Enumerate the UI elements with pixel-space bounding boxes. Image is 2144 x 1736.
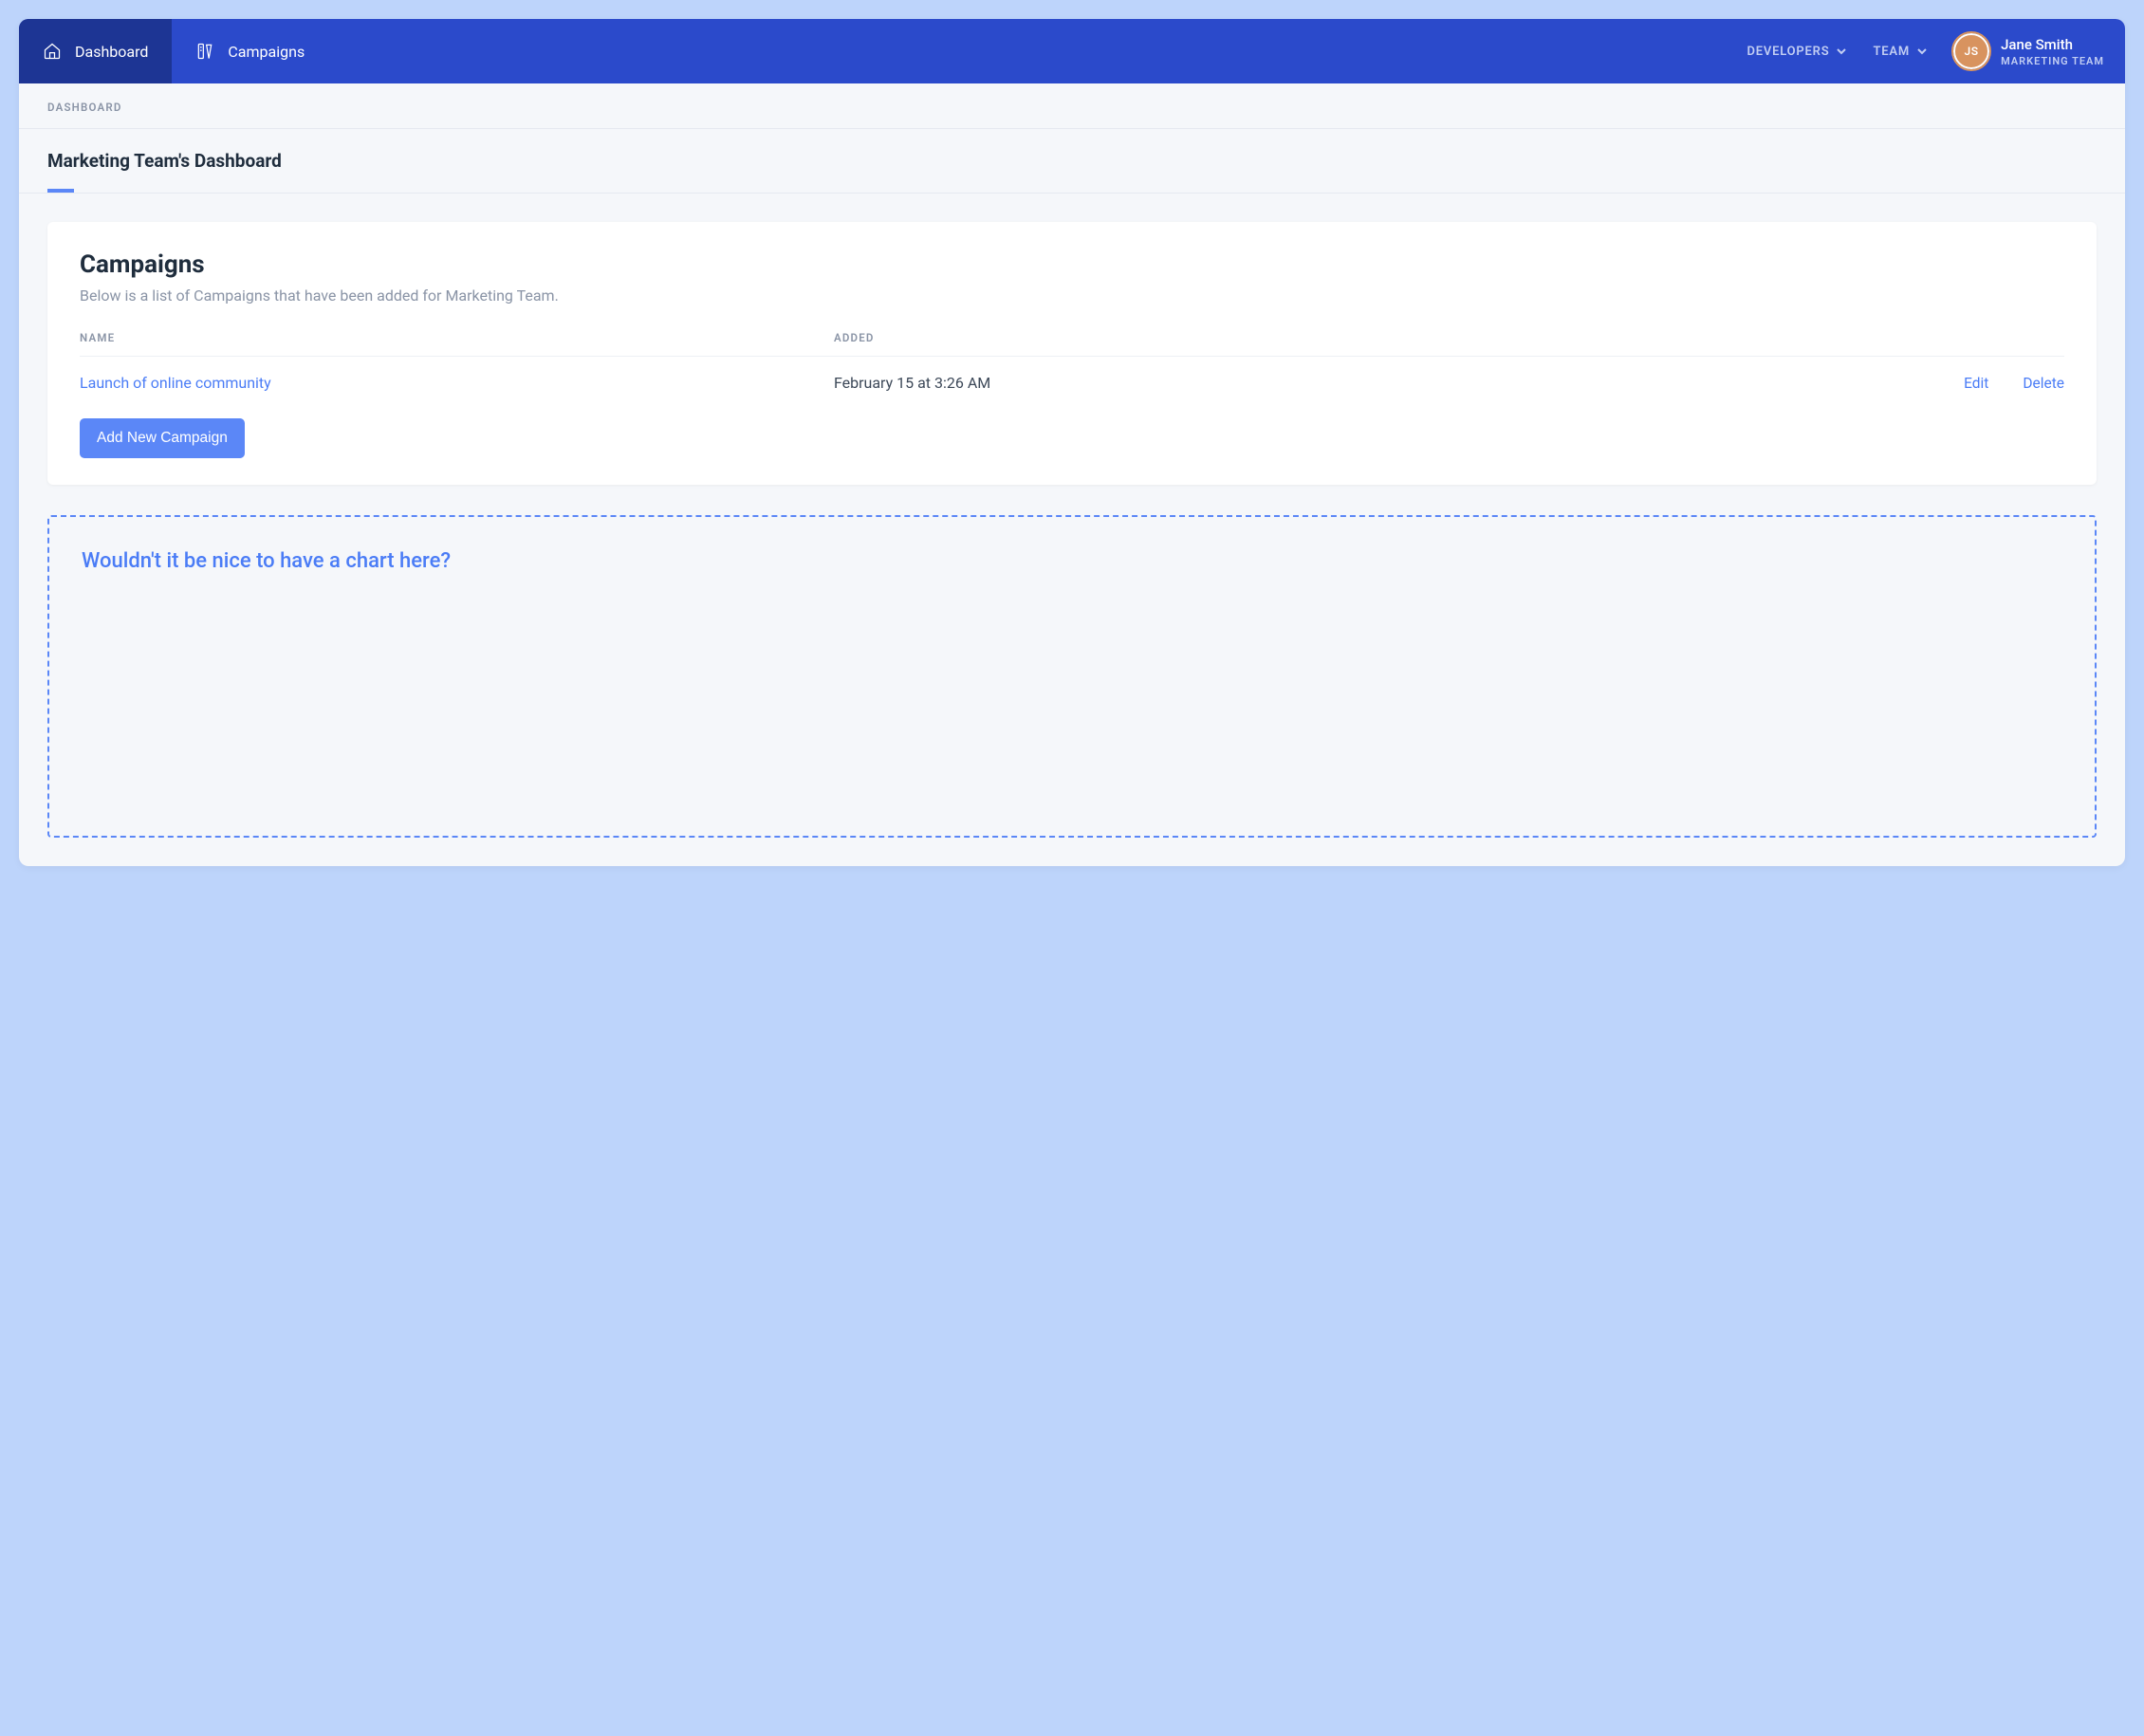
app-shell: Dashboard Campaigns DEVELOPERS TEAM	[19, 19, 2125, 866]
home-icon	[43, 42, 62, 61]
campaigns-table: NAME ADDED Launch of online community Fe…	[80, 331, 2064, 409]
design-icon	[195, 42, 214, 61]
chart-placeholder: Wouldn't it be nice to have a chart here…	[47, 515, 2097, 838]
nav-right: DEVELOPERS TEAM JS Jane Smith MARKETING …	[1747, 19, 2125, 83]
campaign-name-link[interactable]: Launch of online community	[80, 374, 834, 392]
column-header-name: NAME	[80, 331, 834, 344]
user-name: Jane Smith	[2001, 36, 2104, 53]
avatar: JS	[1953, 33, 1989, 69]
nav-dropdown-team[interactable]: TEAM	[1873, 45, 1927, 59]
title-underline	[47, 189, 74, 193]
breadcrumb-bar: DASHBOARD	[19, 83, 2125, 129]
nav-dropdown-developers[interactable]: DEVELOPERS	[1747, 45, 1846, 59]
user-menu[interactable]: JS Jane Smith MARKETING TEAM	[1953, 33, 2104, 69]
page-header: Marketing Team's Dashboard	[19, 129, 2125, 194]
chevron-down-icon	[1837, 46, 1846, 56]
nav-item-campaigns[interactable]: Campaigns	[172, 19, 328, 83]
nav-dropdown-label: TEAM	[1873, 45, 1910, 59]
top-nav: Dashboard Campaigns DEVELOPERS TEAM	[19, 19, 2125, 83]
campaign-added-date: February 15 at 3:26 AM	[834, 374, 1628, 392]
nav-item-label: Campaigns	[228, 43, 305, 61]
card-title: Campaigns	[80, 250, 2064, 279]
table-header: NAME ADDED	[80, 331, 2064, 357]
add-new-campaign-button[interactable]: Add New Campaign	[80, 418, 245, 458]
nav-item-dashboard[interactable]: Dashboard	[19, 19, 172, 83]
row-actions: Edit Delete	[1628, 375, 2064, 392]
chevron-down-icon	[1917, 46, 1927, 56]
breadcrumb: DASHBOARD	[47, 101, 122, 114]
nav-dropdown-label: DEVELOPERS	[1747, 45, 1829, 59]
user-subtitle: MARKETING TEAM	[2001, 55, 2104, 67]
placeholder-text: Wouldn't it be nice to have a chart here…	[82, 549, 2062, 573]
delete-link[interactable]: Delete	[2023, 375, 2064, 392]
table-row: Launch of online community February 15 a…	[80, 357, 2064, 409]
content-area: Campaigns Below is a list of Campaigns t…	[19, 194, 2125, 866]
card-subtitle: Below is a list of Campaigns that have b…	[80, 286, 2064, 305]
campaigns-card: Campaigns Below is a list of Campaigns t…	[47, 222, 2097, 485]
edit-link[interactable]: Edit	[1964, 375, 1988, 392]
nav-left: Dashboard Campaigns	[19, 19, 328, 83]
page-title: Marketing Team's Dashboard	[47, 150, 2097, 172]
column-header-added: ADDED	[834, 331, 1628, 344]
nav-item-label: Dashboard	[75, 43, 148, 61]
avatar-initials: JS	[1965, 45, 1979, 58]
